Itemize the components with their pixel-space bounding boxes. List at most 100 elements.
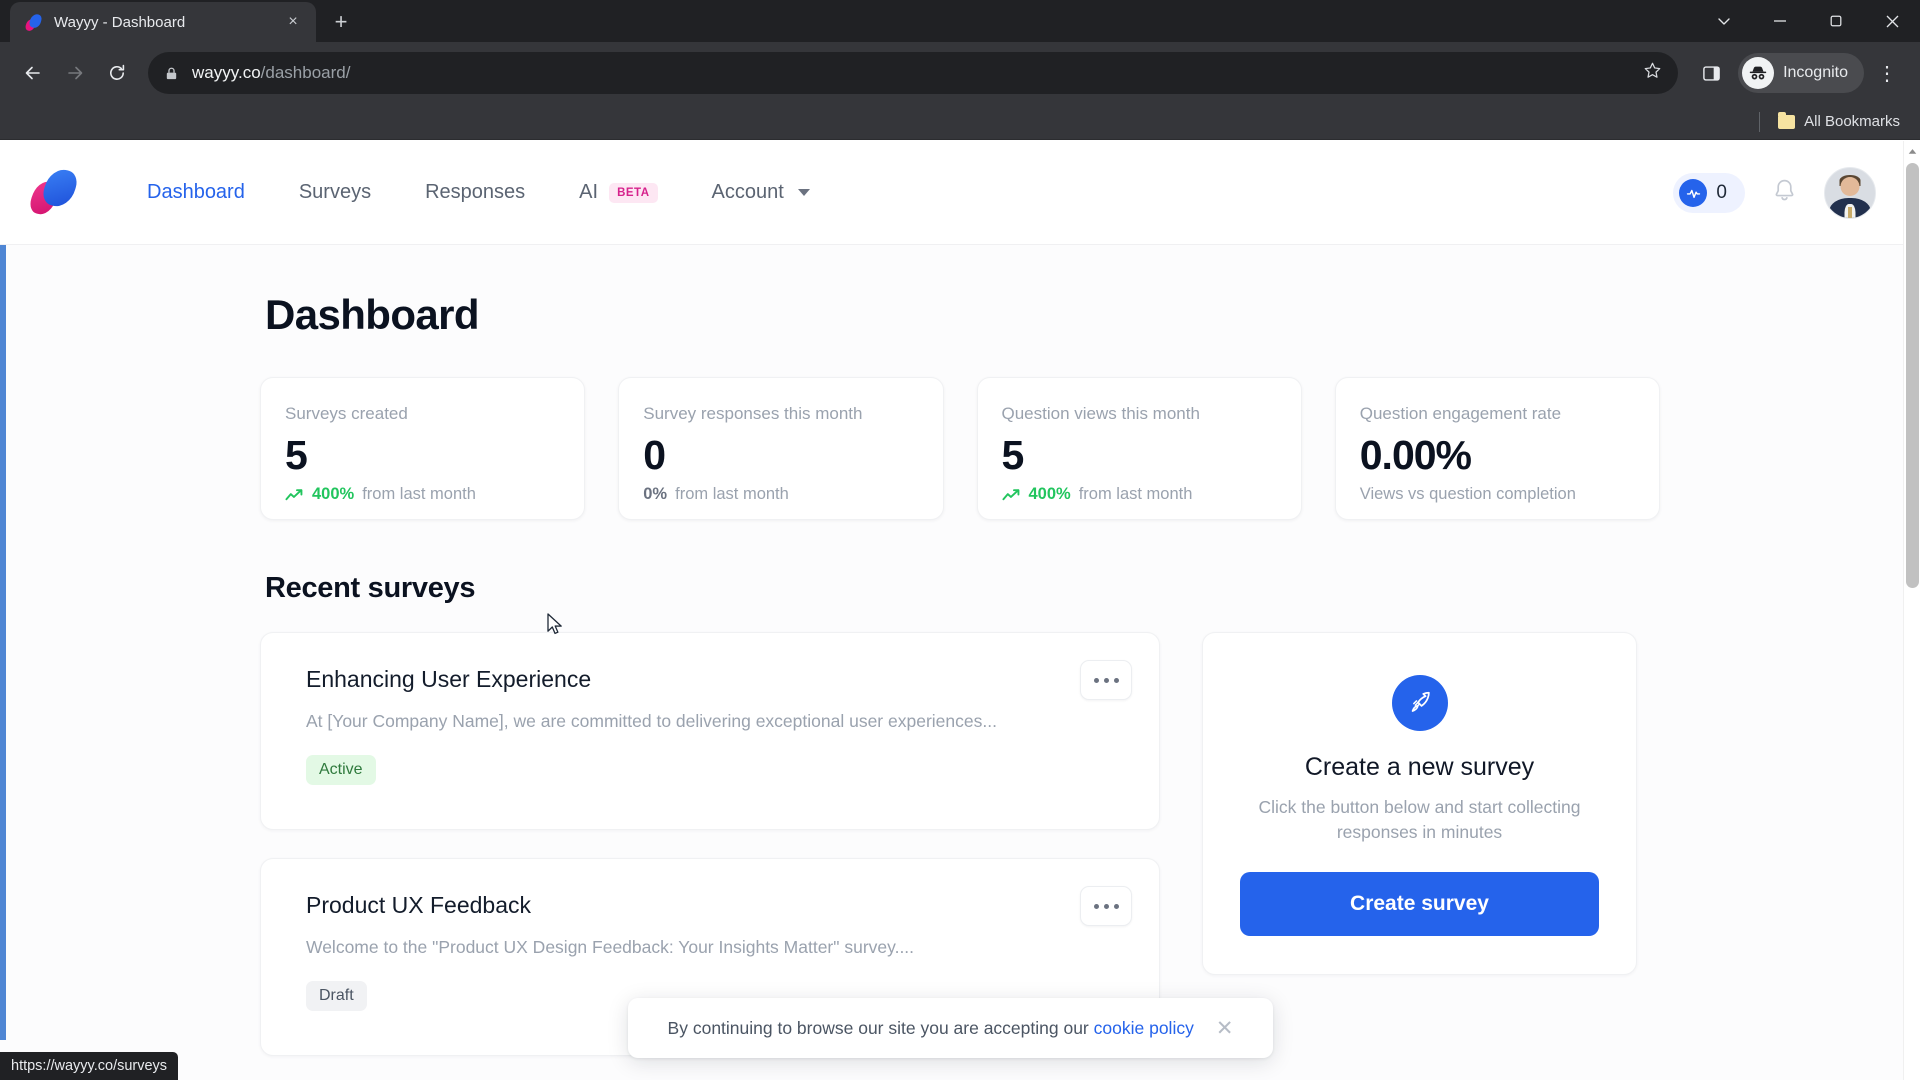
reload-icon[interactable] [98,54,136,92]
folder-icon [1778,111,1796,129]
cookie-banner: By continuing to browse our site you are… [628,998,1273,1058]
chevron-down-icon [797,189,810,196]
all-bookmarks-label: All Bookmarks [1804,113,1900,130]
stat-label: Question engagement rate [1359,404,1562,423]
page-title: Dashboard [265,291,480,338]
stat-delta: 0% [643,485,668,504]
all-bookmarks-button[interactable]: All Bookmarks [1770,108,1908,136]
status-badge: Active [306,755,376,785]
browser-window: Wayyy - Dashboard × + wayyy.co/dashboard… [0,0,1920,1080]
survey-description: Welcome to the "Product UX Design Feedba… [306,937,915,957]
create-survey-panel: Create a new survey Click the button bel… [1202,632,1637,975]
close-icon[interactable]: ✕ [1216,1018,1234,1039]
stat-value: 5 [285,432,308,478]
stat-delta: 400% [1028,485,1071,504]
stat-card-engagement-rate: Question engagement rate 0.00% Views vs … [1334,377,1660,520]
scrollbar-thumb[interactable] [1906,163,1919,588]
profile-label: Incognito [1783,64,1848,81]
stat-label: Question views this month [1001,404,1200,423]
stat-delta-suffix: from last month [1078,485,1193,504]
survey-description: At [Your Company Name], we are committed… [306,711,997,731]
stat-card-surveys-created: Surveys created 5 400% from last month [260,377,586,520]
activity-pulse-icon [1679,179,1708,207]
primary-nav: Dashboard Surveys Responses AI BETA Acco… [120,181,837,204]
navbar-actions: 0 [1673,141,1876,245]
back-icon[interactable] [14,54,52,92]
status-bar-url: https://wayyy.co/surveys [0,1052,179,1080]
bell-icon[interactable] [1771,177,1798,209]
side-panel-icon[interactable] [1692,54,1730,92]
stat-footer: 400% from last month [285,485,558,504]
cookie-banner-text: By continuing to browse our site you are… [668,1018,1194,1039]
credits-button[interactable]: 0 [1673,173,1745,213]
stat-delta-suffix: from last month [362,485,476,504]
stat-delta: 400% [312,485,355,504]
incognito-profile-button[interactable]: Incognito [1738,53,1864,93]
create-survey-button[interactable]: Create survey [1240,871,1599,936]
stats-row: Surveys created 5 400% from last month S… [260,377,1660,520]
stat-card-question-views: Question views this month 5 400% from la… [976,377,1302,520]
address-bar[interactable]: wayyy.co/dashboard/ [148,52,1679,94]
page-scrollbar[interactable] [1903,141,1920,1080]
page-viewport: Dashboard Surveys Responses AI BETA Acco… [0,141,1920,1080]
stat-delta-suffix: from last month [675,485,789,504]
nav-item-account[interactable]: Account [685,181,837,204]
more-options-icon[interactable] [1080,886,1132,926]
stat-footer: 0% from last month [643,485,916,504]
tab-search-icon[interactable] [1696,0,1752,42]
browser-toolbar: wayyy.co/dashboard/ Incognito ⋮ [0,42,1920,104]
wayyy-favicon-icon [24,12,43,32]
nav-item-responses[interactable]: Responses [398,181,552,204]
url-host: wayyy.co [192,63,261,82]
cookie-text: By continuing to browse our site you are… [667,1017,1089,1038]
browser-tab[interactable]: Wayyy - Dashboard × [10,2,316,42]
bookmarks-bar: All Bookmarks [0,104,1920,140]
survey-title: Product UX Feedback [306,892,532,918]
nav-item-ai[interactable]: AI BETA [552,181,684,204]
stat-footer: 400% from last month [1001,485,1275,504]
window-controls [1696,0,1920,42]
nav-item-surveys[interactable]: Surveys [272,181,398,204]
app-navbar: Dashboard Surveys Responses AI BETA Acco… [0,141,1920,245]
tab-title: Wayyy - Dashboard [54,13,186,31]
chrome-menu-icon[interactable]: ⋮ [1868,54,1906,92]
stat-value: 5 [1001,432,1025,478]
close-window-icon[interactable] [1864,0,1920,42]
nav-item-dashboard[interactable]: Dashboard [120,181,272,204]
nav-label-surveys: Surveys [298,181,372,203]
stat-label: Surveys created [285,404,408,423]
minimize-icon[interactable] [1752,0,1808,42]
rocket-icon [1391,675,1448,731]
url-text: wayyy.co/dashboard/ [192,63,1630,83]
stat-value: 0 [643,432,666,478]
cookie-policy-link[interactable]: cookie policy [1094,1018,1194,1038]
survey-title: Enhancing User Experience [306,666,592,692]
create-survey-heading: Create a new survey [1304,753,1535,781]
more-options-icon[interactable] [1080,660,1132,700]
status-badge: Draft [306,981,367,1011]
url-path: /dashboard/ [260,63,351,82]
bookmarks-divider [1759,111,1761,132]
nav-label-dashboard: Dashboard [147,181,245,203]
trend-up-icon [1001,487,1021,502]
scroll-up-icon[interactable] [1904,143,1920,160]
stat-label: Survey responses this month [643,404,863,423]
user-avatar[interactable] [1824,167,1876,219]
bookmark-star-icon[interactable] [1643,61,1662,85]
nav-label-ai: AI [579,181,599,203]
credits-count: 0 [1716,182,1727,203]
stat-delta-suffix: Views vs question completion [1359,485,1576,504]
tab-close-icon[interactable]: × [282,11,304,33]
nav-label-responses: Responses [425,181,526,203]
new-tab-button[interactable]: + [324,5,358,39]
recent-surveys-heading: Recent surveys [265,572,476,604]
wayyy-logo-icon[interactable] [27,165,80,218]
beta-badge: BETA [609,182,658,203]
survey-card[interactable]: Enhancing User Experience At [Your Compa… [260,632,1160,830]
page-content: Dashboard Surveys created 5 400% from la… [0,245,1920,1080]
trend-up-icon [285,487,304,502]
nav-label-account: Account [711,181,784,203]
left-accent-rail [0,245,6,1040]
incognito-icon [1742,57,1775,89]
maximize-icon[interactable] [1808,0,1864,42]
